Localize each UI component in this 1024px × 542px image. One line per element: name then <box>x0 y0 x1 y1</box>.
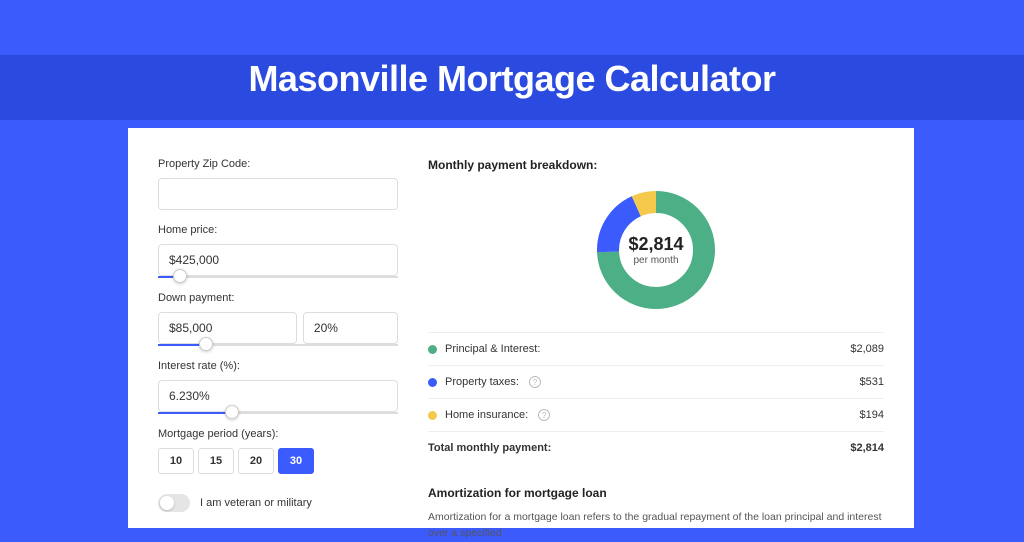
total-value: $2,814 <box>850 442 884 454</box>
legend-label: Home insurance: <box>445 409 528 421</box>
dot-icon <box>428 378 437 387</box>
slider-handle[interactable] <box>225 405 239 419</box>
slider-handle[interactable] <box>173 269 187 283</box>
legend-row-taxes: Property taxes: ? $531 <box>428 365 884 398</box>
legend-row-principal: Principal & Interest: $2,089 <box>428 332 884 365</box>
legend-row-insurance: Home insurance: ? $194 <box>428 398 884 431</box>
down-payment-input[interactable] <box>158 312 297 344</box>
legend-value: $2,089 <box>850 343 884 355</box>
legend-row-total: Total monthly payment: $2,814 <box>428 431 884 464</box>
home-price-slider[interactable] <box>158 276 398 278</box>
interest-rate-input[interactable] <box>158 380 398 412</box>
legend-label: Principal & Interest: <box>445 343 540 355</box>
legend-value: $531 <box>860 376 884 388</box>
zip-field: Property Zip Code: <box>158 158 398 210</box>
home-price-field: Home price: <box>158 224 398 278</box>
donut-center: $2,814 per month <box>628 234 683 266</box>
mortgage-period-field: Mortgage period (years): 10 15 20 30 <box>158 428 398 474</box>
page-title: Masonville Mortgage Calculator <box>0 58 1024 100</box>
info-icon[interactable]: ? <box>529 376 541 388</box>
toggle-knob <box>160 496 174 510</box>
amortization-title: Amortization for mortgage loan <box>428 486 884 500</box>
calculator-card: Property Zip Code: Home price: Down paym… <box>128 128 914 528</box>
breakdown-column: Monthly payment breakdown: $2,814 per mo… <box>428 158 884 508</box>
home-price-input[interactable] <box>158 244 398 276</box>
donut-chart-wrap: $2,814 per month <box>428 186 884 314</box>
period-button-group: 10 15 20 30 <box>158 448 398 474</box>
interest-rate-slider[interactable] <box>158 412 398 414</box>
form-column: Property Zip Code: Home price: Down paym… <box>158 158 398 508</box>
period-btn-30[interactable]: 30 <box>278 448 314 474</box>
period-btn-10[interactable]: 10 <box>158 448 194 474</box>
donut-chart: $2,814 per month <box>592 186 720 314</box>
period-btn-20[interactable]: 20 <box>238 448 274 474</box>
donut-amount: $2,814 <box>628 234 683 255</box>
down-payment-label: Down payment: <box>158 292 398 304</box>
info-icon[interactable]: ? <box>538 409 550 421</box>
veteran-label: I am veteran or military <box>200 497 312 509</box>
veteran-toggle-row: I am veteran or military <box>158 494 398 512</box>
breakdown-title: Monthly payment breakdown: <box>428 158 884 172</box>
donut-sub: per month <box>628 255 683 266</box>
slider-handle[interactable] <box>199 337 213 351</box>
down-payment-slider[interactable] <box>158 344 398 346</box>
total-label: Total monthly payment: <box>428 442 551 454</box>
home-price-label: Home price: <box>158 224 398 236</box>
period-btn-15[interactable]: 15 <box>198 448 234 474</box>
dot-icon <box>428 345 437 354</box>
amortization-text: Amortization for a mortgage loan refers … <box>428 510 884 542</box>
dot-icon <box>428 411 437 420</box>
interest-rate-label: Interest rate (%): <box>158 360 398 372</box>
legend-value: $194 <box>860 409 884 421</box>
down-payment-field: Down payment: <box>158 292 398 346</box>
zip-input[interactable] <box>158 178 398 210</box>
zip-label: Property Zip Code: <box>158 158 398 170</box>
mortgage-period-label: Mortgage period (years): <box>158 428 398 440</box>
veteran-toggle[interactable] <box>158 494 190 512</box>
down-payment-pct-input[interactable] <box>303 312 398 344</box>
legend-label: Property taxes: <box>445 376 519 388</box>
interest-rate-field: Interest rate (%): <box>158 360 398 414</box>
